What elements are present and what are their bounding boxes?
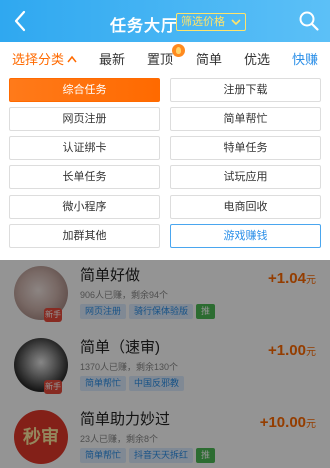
back-icon[interactable] [10,9,32,33]
tab-latest[interactable]: 最新 [99,49,125,68]
fire-icon [172,44,185,57]
chevron-down-icon [231,19,241,26]
top-bar: 任务大厅 筛选价格 [0,0,330,42]
category-verify-card[interactable]: 认证绑卡 [9,136,160,160]
tab-bar: 选择分类 最新 置顶 简单 优选 快赚 [0,42,330,72]
category-comprehensive[interactable]: 综合任务 [9,78,160,102]
category-long-task[interactable]: 长单任务 [9,165,160,189]
tab-simple[interactable]: 简单 [196,49,222,68]
category-register-download[interactable]: 注册下载 [170,78,321,102]
tab-select-category[interactable]: 选择分类 [12,49,77,68]
tab-pinned[interactable]: 置顶 [147,49,173,68]
category-join-group[interactable]: 加群其他 [9,224,160,248]
category-special-task[interactable]: 特单任务 [170,136,321,160]
dim-overlay[interactable] [0,260,330,468]
chevron-up-icon [67,55,77,63]
category-panel: 综合任务 注册下载 网页注册 简单帮忙 认证绑卡 特单任务 长单任务 试玩应用 … [0,72,330,260]
page-title: 任务大厅 [110,18,179,35]
category-game-earn[interactable]: 游戏赚钱 [170,224,321,248]
category-simple-help[interactable]: 简单帮忙 [170,107,321,131]
category-trial-app[interactable]: 试玩应用 [170,165,321,189]
category-web-register[interactable]: 网页注册 [9,107,160,131]
tab-label: 选择分类 [12,52,65,67]
filter-price-button[interactable]: 筛选价格 [176,13,246,31]
tab-quick-earn[interactable]: 快赚 [292,49,318,68]
category-mini-program[interactable]: 微小程序 [9,195,160,219]
tab-preferred[interactable]: 优选 [244,49,270,68]
search-icon[interactable] [298,10,320,32]
filter-price-label: 筛选价格 [181,16,225,28]
category-ecommerce[interactable]: 电商回收 [170,195,321,219]
